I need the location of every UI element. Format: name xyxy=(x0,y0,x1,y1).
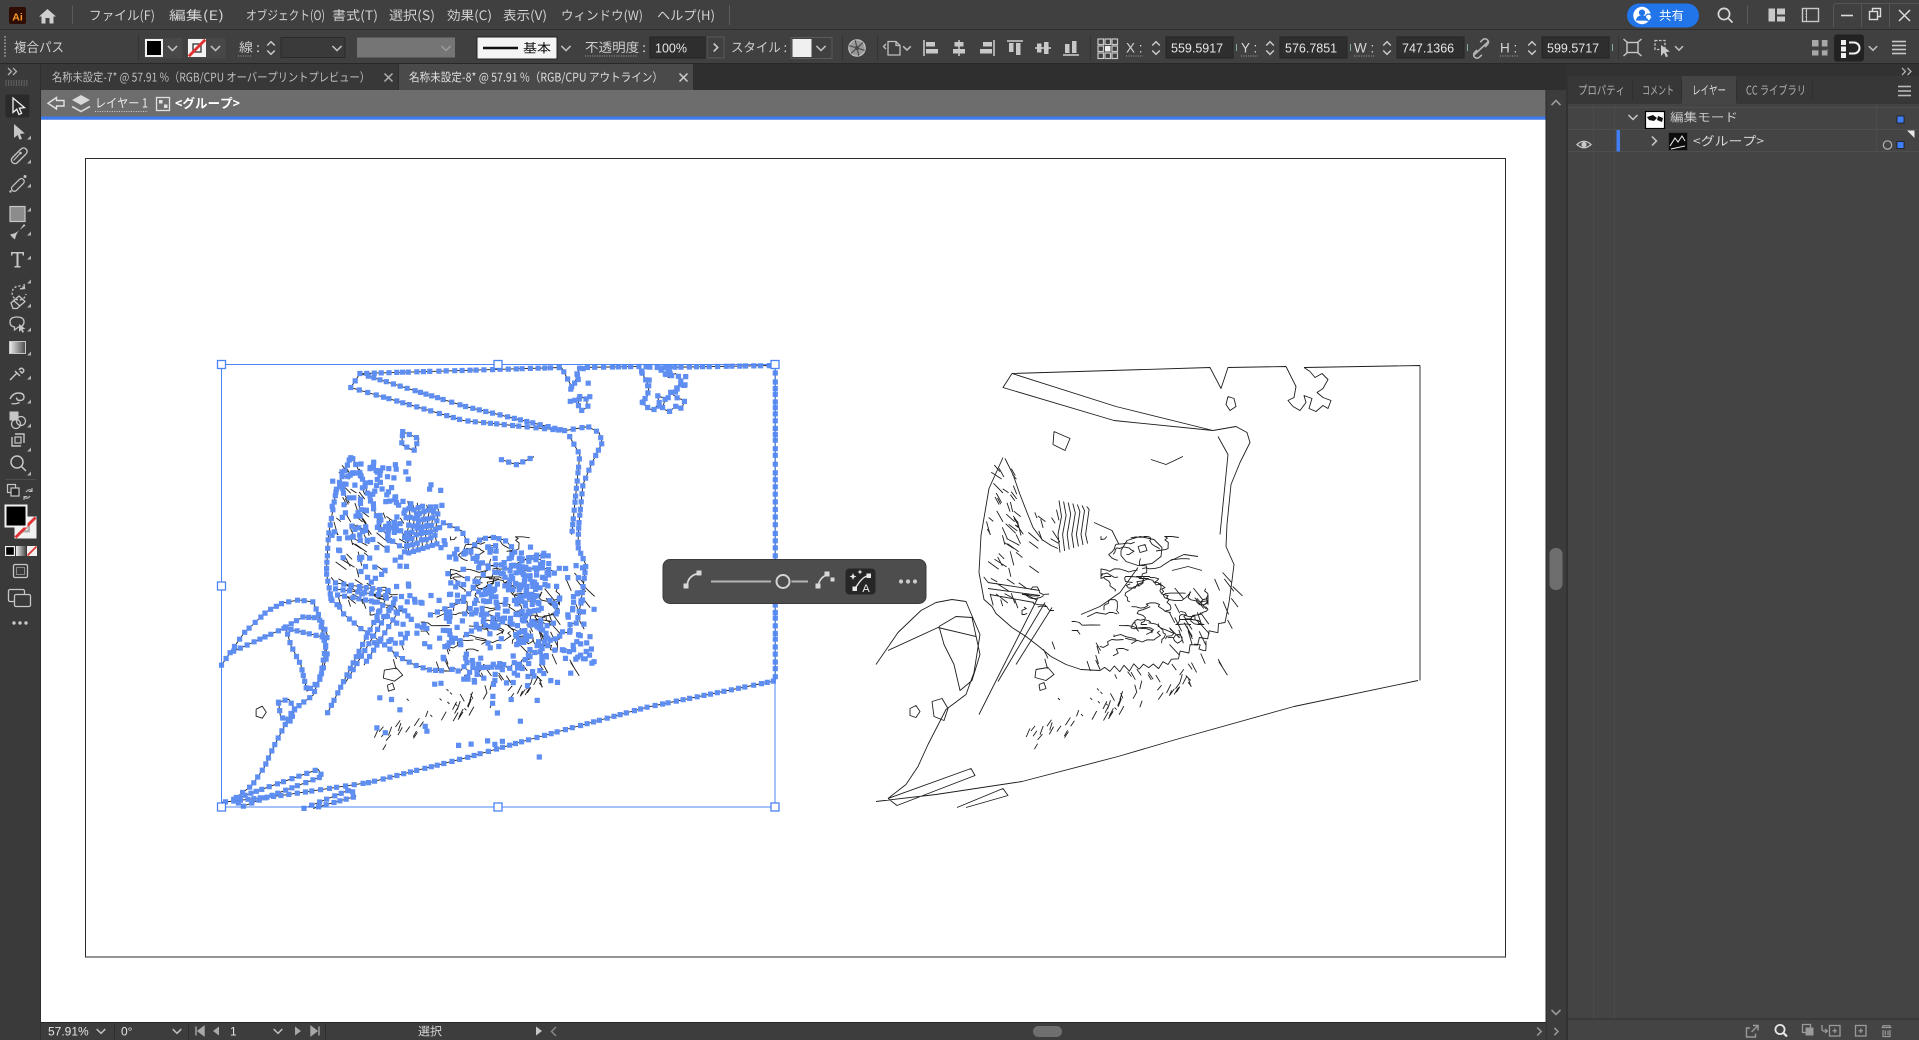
svg-text:576.7851: 576.7851 xyxy=(1285,42,1337,56)
svg-text:57.91%: 57.91% xyxy=(48,1025,89,1039)
svg-text:100%: 100% xyxy=(655,42,687,56)
svg-text:747.1366: 747.1366 xyxy=(1402,42,1454,56)
svg-text:H :: H : xyxy=(1500,41,1517,56)
svg-text:559.5917: 559.5917 xyxy=(1171,42,1223,56)
svg-text:0°: 0° xyxy=(121,1025,133,1039)
svg-text:Ai: Ai xyxy=(12,12,23,24)
svg-text:Y :: Y : xyxy=(1241,41,1257,56)
svg-text:1: 1 xyxy=(230,1025,237,1039)
svg-text:X :: X : xyxy=(1126,41,1143,56)
svg-text:599.5717: 599.5717 xyxy=(1547,42,1599,56)
svg-text:A: A xyxy=(862,583,870,595)
svg-text:W :: W : xyxy=(1354,41,1374,56)
